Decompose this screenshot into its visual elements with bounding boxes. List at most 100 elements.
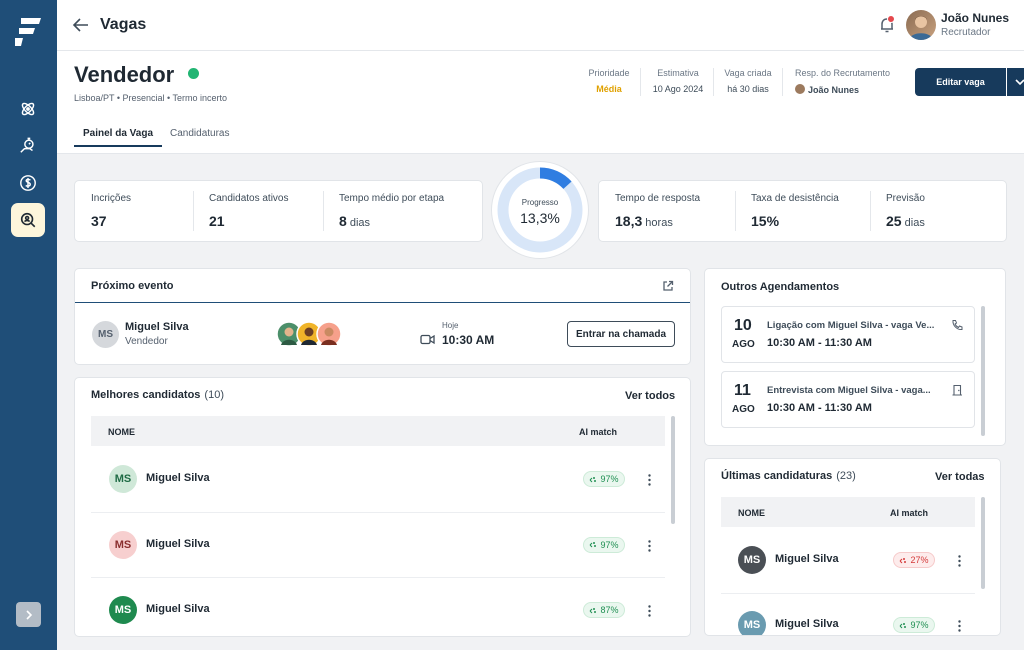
divider <box>713 68 714 96</box>
divider <box>75 302 690 303</box>
view-all-applications-link[interactable]: Ver todas <box>935 471 985 483</box>
chevron-down-icon <box>1015 78 1024 85</box>
latest-applications-card: Últimas candidaturas (23) Ver todas NOME … <box>704 458 1001 636</box>
phone-icon <box>952 320 963 331</box>
app-logo-icon[interactable] <box>13 16 43 48</box>
divider <box>323 191 324 231</box>
stats-card-left: Incrições 37 Candidatos ativos 21 Tempo … <box>74 180 483 242</box>
active-tab-indicator <box>74 145 162 147</box>
view-all-candidates-link[interactable]: Ver todos <box>625 390 675 402</box>
created-block: Vaga criada há 30 dias <box>724 68 772 94</box>
scrollbar[interactable] <box>981 306 985 436</box>
priority-block: Prioridade Média <box>585 68 633 94</box>
other-schedules-card: Outros Agendamentos 10 AGO Ligação com Mig… <box>704 268 1006 446</box>
user-avatar[interactable] <box>906 10 936 40</box>
door-icon <box>952 384 962 396</box>
schedule-item[interactable]: 11 AGO Entrevista com Miguel Silva - vaga.… <box>721 371 975 428</box>
join-call-button[interactable]: Entrar na chamada <box>567 321 675 347</box>
avatar: MS <box>92 321 119 348</box>
stat-active-candidates: Candidatos ativos 21 <box>209 193 289 229</box>
more-options-icon[interactable] <box>648 604 651 617</box>
event-day-label: Hoje <box>442 321 459 330</box>
candidate-name[interactable]: Miguel Silva <box>775 553 839 565</box>
best-candidates-card: Melhores candidatos (10) Ver todos NOME A… <box>74 377 691 637</box>
user-name: João Nunes <box>941 11 1010 25</box>
other-schedules-title: Outros Agendamentos <box>721 281 840 293</box>
divider <box>735 191 736 231</box>
avatar: MS <box>109 530 137 559</box>
schedule-day: 11 <box>734 382 751 399</box>
stat-applications: Incrições 37 <box>91 193 132 229</box>
chevron-right-icon <box>25 609 32 620</box>
next-event-card: Próximo evento MS Miguel Silva Vendedor … <box>74 268 691 365</box>
candidate-name[interactable]: Miguel Silva <box>775 618 839 630</box>
job-title: Vendedor <box>74 62 175 87</box>
divider <box>782 68 783 96</box>
job-meta: Lisboa/PT • Presencial • Termo incerto <box>74 93 228 103</box>
schedule-description: Entrevista com Miguel Silva - vaga... <box>767 385 931 396</box>
table-header: NOME AI match <box>721 497 975 527</box>
ai-match-badge: 87% <box>583 602 625 618</box>
owner-block: Resp. do Recrutamento João Nunes <box>795 68 891 95</box>
video-camera-icon <box>420 334 435 345</box>
avatar: MS <box>109 596 137 624</box>
edit-job-button[interactable]: Editar vaga <box>915 68 1006 96</box>
more-options-icon[interactable] <box>958 619 961 632</box>
ai-match-badge: 97% <box>893 617 935 633</box>
latest-applications-title: Últimas candidaturas (23) <box>721 470 856 482</box>
sidebar <box>0 0 57 650</box>
nav-timer-hand-icon[interactable] <box>11 129 45 163</box>
schedule-time: 10:30 AM - 11:30 AM <box>767 402 872 414</box>
ai-match-badge: 27% <box>893 552 935 568</box>
notification-badge <box>887 15 895 23</box>
user-role: Recrutador <box>941 27 991 38</box>
participants-avatars <box>276 321 346 347</box>
more-options-icon[interactable] <box>648 539 651 552</box>
scrollbar[interactable] <box>671 416 675 524</box>
schedule-item[interactable]: 10 AGO Ligação com Miguel Silva - vaga Ve.… <box>721 306 975 363</box>
candidate-name[interactable]: Miguel Silva <box>146 472 210 484</box>
expand-sidebar-button[interactable] <box>16 602 41 627</box>
progress-donut: Progresso 13,3% <box>492 162 588 258</box>
edit-job-menu-button[interactable] <box>1007 68 1024 96</box>
table-header: NOME AI match <box>91 416 665 446</box>
nav-atom-icon[interactable] <box>11 92 45 126</box>
schedule-description: Ligação com Miguel Silva - vaga Ve... <box>767 320 935 331</box>
stat-response-time: Tempo de resposta 18,3 horas <box>615 193 701 229</box>
best-candidates-title: Melhores candidatos (10) <box>91 389 224 401</box>
top-bar: Vagas João Nunes Recrutador <box>57 0 1024 51</box>
scrollbar[interactable] <box>981 497 985 589</box>
more-options-icon[interactable] <box>648 473 651 486</box>
back-arrow-icon[interactable] <box>72 16 90 34</box>
nav-dollar-icon[interactable] <box>11 166 45 200</box>
divider <box>91 577 665 579</box>
avatar: MS <box>109 465 137 493</box>
event-time: 10:30 AM <box>442 333 495 347</box>
stat-avg-stage-time: Tempo médio por etapa 8 dias <box>339 193 445 229</box>
divider <box>640 68 641 96</box>
candidate-name[interactable]: Miguel Silva <box>146 538 210 550</box>
divider <box>870 191 871 231</box>
divider <box>193 191 194 231</box>
progress-label: Progresso <box>521 198 559 207</box>
schedule-day: 10 <box>734 317 752 334</box>
event-person-role: Vendedor <box>125 336 168 347</box>
progress-value: 13,3% <box>520 210 560 226</box>
stats-card-right: Tempo de resposta 18,3 horas Taxa de des… <box>598 180 1007 242</box>
page-title: Vagas <box>100 16 147 33</box>
divider <box>91 511 665 513</box>
ai-spark-icon <box>900 622 907 628</box>
schedule-month: AGO <box>732 404 755 415</box>
event-person-name: Miguel Silva <box>125 321 189 333</box>
tab-applications[interactable]: Candidaturas <box>170 128 229 139</box>
divider <box>721 592 975 594</box>
schedule-month: AGO <box>732 339 755 350</box>
more-options-icon[interactable] <box>958 554 961 567</box>
schedule-time: 10:30 AM - 11:30 AM <box>767 337 872 349</box>
owner-avatar <box>795 84 805 94</box>
candidate-name[interactable]: Miguel Silva <box>146 603 210 615</box>
job-header: Vendedor Lisboa/PT • Presencial • Termo … <box>57 51 1024 154</box>
external-link-icon[interactable] <box>662 280 674 292</box>
tab-job-dashboard[interactable]: Painel da Vaga <box>83 128 153 139</box>
nav-search-people-icon[interactable] <box>11 203 45 237</box>
